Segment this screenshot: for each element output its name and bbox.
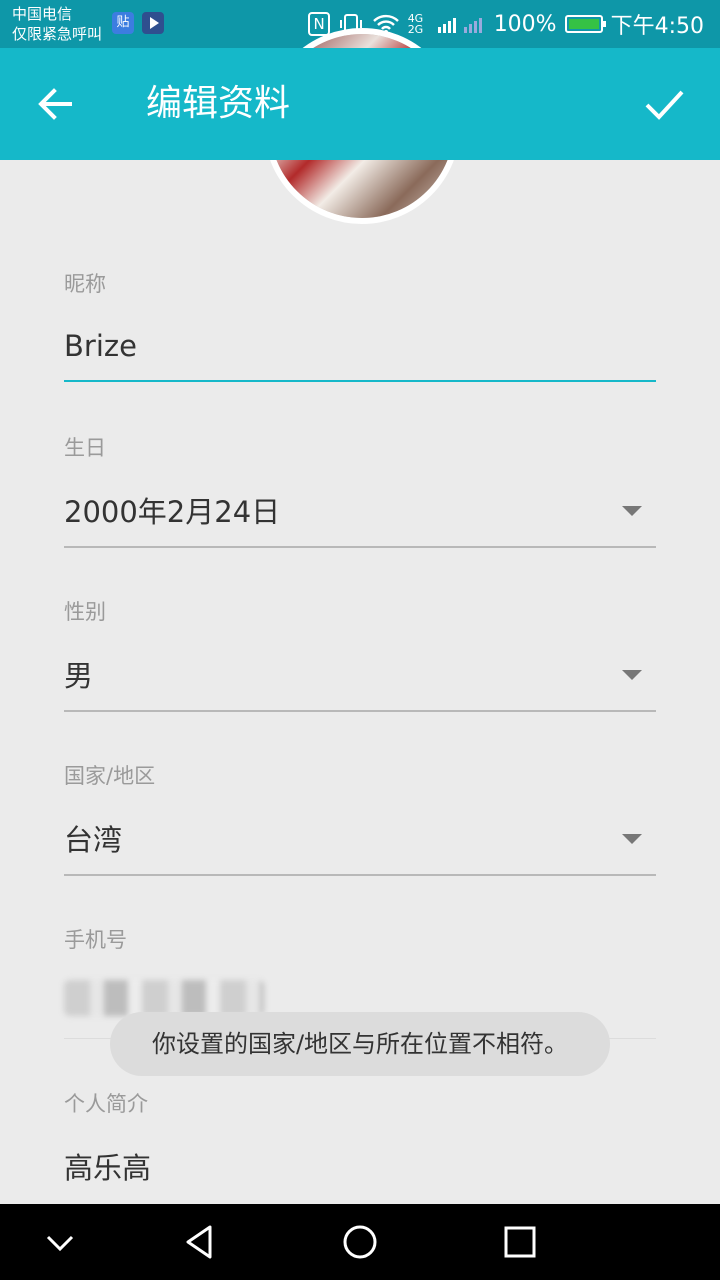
video-app-icon: [142, 12, 164, 34]
bio-input[interactable]: 高乐高: [64, 1148, 656, 1188]
app-bar: 编辑资料: [0, 48, 720, 160]
nickname-field: 昵称 Brize: [64, 270, 656, 384]
nfc-icon: N: [308, 12, 330, 36]
back-triangle-icon[interactable]: [180, 1222, 220, 1262]
recents-square-icon[interactable]: [500, 1222, 540, 1262]
bio-label: 个人简介: [64, 1092, 148, 1116]
toast-message: 你设置的国家/地区与所在位置不相符。: [110, 1012, 610, 1076]
dropdown-arrow-icon[interactable]: [622, 834, 642, 844]
signal-icon: [437, 18, 482, 33]
birthday-underline: [64, 546, 656, 548]
birthday-value[interactable]: 2000年2月24日: [64, 492, 656, 532]
gender-field[interactable]: 性别 男: [64, 598, 656, 712]
region-label: 国家/地区: [64, 764, 156, 788]
notification-app-icon: 贴: [112, 12, 134, 34]
home-circle-icon[interactable]: [340, 1222, 380, 1262]
phone-value-redacted: [64, 980, 264, 1016]
region-underline: [64, 874, 656, 876]
bio-field: 个人简介 高乐高: [64, 1090, 656, 1200]
dropdown-arrow-icon[interactable]: [622, 506, 642, 516]
carrier-info: 中国电信 仅限紧急呼叫: [12, 4, 102, 44]
birthday-field[interactable]: 生日 2000年2月24日: [64, 434, 656, 548]
arrow-left-icon[interactable]: [34, 82, 78, 126]
battery-percent: 100%: [493, 11, 557, 37]
clock: 下午4:50: [610, 14, 704, 39]
region-field[interactable]: 国家/地区 台湾: [64, 762, 656, 876]
birthday-label: 生日: [64, 436, 106, 460]
page-title: 编辑资料: [146, 83, 291, 124]
gender-label: 性别: [64, 600, 106, 624]
nickname-underline: [64, 380, 656, 382]
nickname-input[interactable]: Brize: [64, 326, 656, 366]
phone-label: 手机号: [64, 928, 127, 952]
gender-value[interactable]: 男: [64, 656, 656, 696]
system-nav-bar: [0, 1204, 720, 1280]
carrier-name: 中国电信: [12, 5, 73, 23]
nickname-label: 昵称: [64, 272, 106, 296]
check-icon[interactable]: [642, 82, 686, 126]
carrier-status: 仅限紧急呼叫: [12, 25, 103, 43]
dropdown-arrow-icon[interactable]: [622, 670, 642, 680]
region-value[interactable]: 台湾: [64, 820, 656, 860]
network-type: 4G 2G: [407, 12, 424, 36]
battery-icon: [564, 15, 606, 33]
gender-underline: [64, 710, 656, 712]
chevron-down-icon[interactable]: [40, 1222, 80, 1262]
